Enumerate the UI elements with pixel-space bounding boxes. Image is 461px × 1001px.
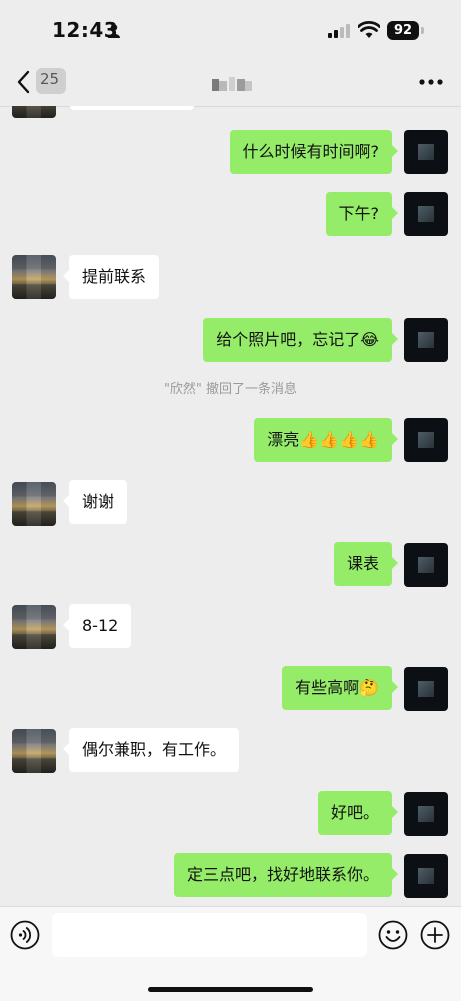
person-icon [108, 24, 120, 38]
avatar-self[interactable] [404, 318, 448, 362]
message-input[interactable] [52, 913, 367, 957]
avatar-self[interactable] [404, 130, 448, 174]
voice-icon[interactable] [10, 920, 40, 950]
avatar-contact[interactable] [12, 255, 56, 299]
message-bubble-out[interactable]: 什么时候有时间啊? [229, 130, 398, 174]
avatar-self[interactable] [404, 418, 448, 462]
avatar-self[interactable] [404, 792, 448, 836]
message-bubble-in[interactable]: 谢谢 [62, 480, 128, 524]
message-bubble-out[interactable]: 有些高啊🤔 [282, 666, 398, 710]
message-bubble-in[interactable]: 8-12 [62, 604, 132, 648]
message-list[interactable]: 什么时候有时间啊? 下午? 提前联系 给个照片吧，忘记了😂 "欣然" 撤回了一条… [0, 106, 461, 906]
more-dots-icon[interactable] [418, 78, 444, 86]
message-bubble-out[interactable]: 漂亮👍👍👍👍 [254, 418, 398, 462]
message-bubble-in[interactable]: 提前联系 [62, 255, 160, 299]
avatar-contact[interactable] [12, 106, 56, 118]
message-bubble-out[interactable]: 给个照片吧，忘记了😂 [203, 318, 398, 362]
chat-title-mosaic [212, 77, 252, 91]
message-bubble-out[interactable]: 下午? [325, 192, 398, 236]
message-bubble-out[interactable]: 好吧。 [317, 791, 399, 835]
message-bubble-out[interactable]: 定三点吧，找好地联系你。 [173, 853, 399, 897]
avatar-self[interactable] [404, 667, 448, 711]
home-indicator [148, 987, 313, 992]
signal-icon [328, 24, 350, 38]
battery-level: 92 [387, 21, 419, 40]
plus-icon[interactable] [420, 920, 450, 950]
avatar-contact[interactable] [12, 605, 56, 649]
chevron-left-icon[interactable] [14, 69, 34, 95]
recall-notice: "欣然" 撤回了一条消息 [163, 382, 298, 397]
message-bubble-out[interactable]: 课表 [333, 542, 399, 586]
avatar-self[interactable] [404, 543, 448, 587]
chat-header: 25 [0, 60, 461, 107]
message-bubble-in-partial[interactable] [70, 106, 194, 110]
battery-cap [421, 27, 424, 34]
avatar-self[interactable] [404, 192, 448, 236]
avatar-self[interactable] [404, 854, 448, 898]
avatar-contact[interactable] [12, 729, 56, 773]
avatar-contact[interactable] [12, 482, 56, 526]
status-bar: 12:43 92 [0, 0, 461, 60]
wifi-icon [358, 21, 380, 38]
emoji-icon[interactable] [378, 920, 408, 950]
input-bar [0, 906, 461, 1001]
message-bubble-in[interactable]: 偶尔兼职，有工作。 [62, 728, 240, 772]
unread-mosaic [36, 68, 66, 94]
